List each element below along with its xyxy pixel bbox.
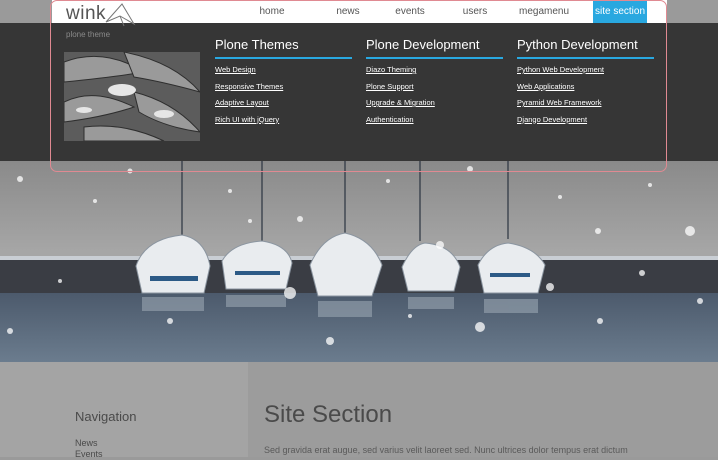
page-title: Site Section (264, 401, 393, 428)
column-divider (366, 57, 503, 59)
nav-item-news[interactable]: news (336, 0, 360, 23)
nav-item-users[interactable]: users (461, 0, 489, 23)
megamenu-column-python-development: Python Development Python Web Developmen… (517, 37, 654, 131)
megamenu-feature-image (64, 52, 200, 141)
megamenu-column-plone-themes: Plone Themes Web Design Responsive Theme… (215, 37, 352, 131)
nav-item-megamenu[interactable]: megamenu (519, 0, 569, 23)
megamenu-link-diazo-theming[interactable]: Diazo Theming (366, 65, 503, 74)
nav-item-events[interactable]: events (395, 0, 425, 23)
paper-plane-icon (105, 3, 136, 27)
nav-item-home[interactable]: home (247, 0, 297, 23)
megamenu-link-django-development[interactable]: Django Development (517, 115, 654, 124)
navigation-item-events[interactable]: Events (75, 449, 103, 460)
hero-image (0, 161, 718, 362)
megamenu-column-plone-development: Plone Development Diazo Theming Plone Su… (366, 37, 503, 131)
megamenu-column-title: Python Development (517, 37, 638, 52)
megamenu-link-rich-ui-jquery[interactable]: Rich UI with jQuery (215, 115, 352, 124)
logo-subtitle: plone theme (66, 30, 111, 39)
nav-item-site-section[interactable]: site section (593, 0, 647, 23)
site-header: wink home news events users megamenu sit… (52, 0, 667, 27)
megamenu-column-title: Plone Themes (215, 37, 299, 52)
main-navigation: home news events users megamenu site sec… (247, 0, 647, 23)
megamenu-link-authentication[interactable]: Authentication (366, 115, 503, 124)
column-divider (517, 57, 654, 59)
megamenu-link-web-applications[interactable]: Web Applications (517, 82, 654, 91)
logo-text: wink (66, 3, 107, 24)
megamenu-link-adaptive-layout[interactable]: Adaptive Layout (215, 98, 352, 107)
navigation-heading: Navigation (75, 409, 137, 424)
megamenu-link-pyramid-web-framework[interactable]: Pyramid Web Framework (517, 98, 654, 107)
megamenu-link-upgrade-migration[interactable]: Upgrade & Migration (366, 98, 503, 107)
sidebar: Navigation News Events (0, 362, 248, 460)
megamenu-column-title: Plone Development (366, 37, 480, 52)
navigation-item-news[interactable]: News (75, 438, 103, 449)
content-area: Navigation News Events Site Section Sed … (0, 362, 718, 460)
megamenu-link-plone-support[interactable]: Plone Support (366, 82, 503, 91)
megamenu-link-python-web-development[interactable]: Python Web Development (517, 65, 654, 74)
column-divider (215, 57, 352, 59)
megamenu-link-web-design[interactable]: Web Design (215, 65, 352, 74)
site-logo[interactable]: wink (66, 3, 136, 27)
page-body-text: Sed gravida erat augue, sed varius velit… (264, 445, 628, 455)
megamenu-link-responsive-themes[interactable]: Responsive Themes (215, 82, 352, 91)
